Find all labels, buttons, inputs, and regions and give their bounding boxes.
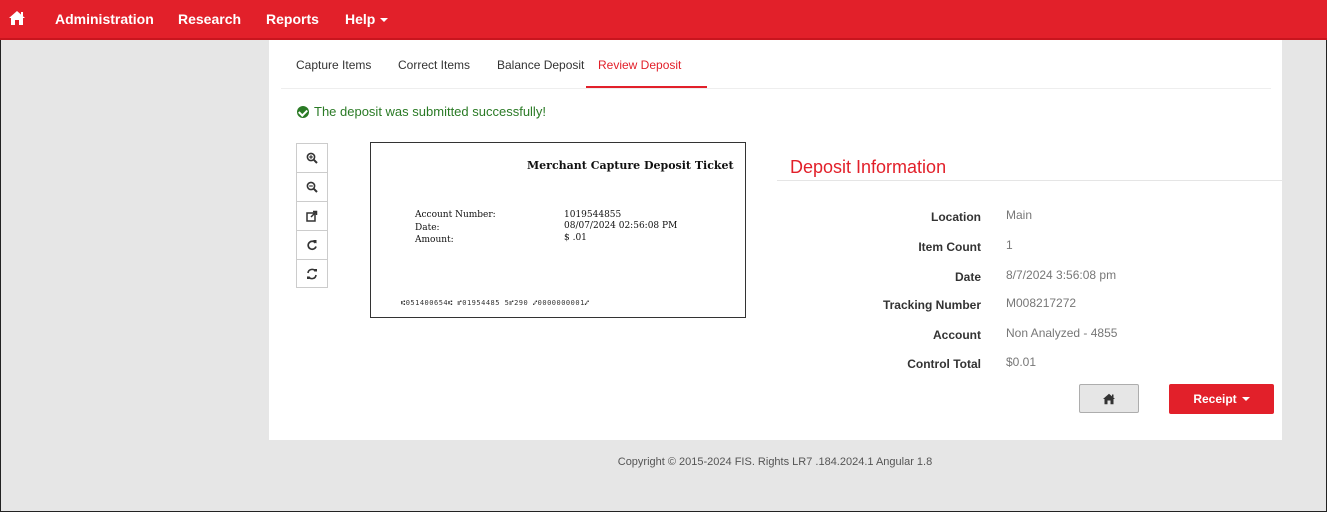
nav-administration[interactable]: Administration	[55, 0, 154, 38]
step-tabs: Capture Items Correct Items Balance Depo…	[269, 40, 729, 88]
refresh-icon	[307, 268, 317, 279]
ticket-account-value: 1019544855	[564, 210, 622, 220]
tab-balance-deposit[interactable]: Balance Deposit	[497, 58, 584, 72]
nav-help[interactable]: Help	[345, 0, 389, 38]
ticket-amount-value: $ .01	[564, 233, 587, 243]
ticket-title: Merchant Capture Deposit Ticket	[527, 159, 734, 172]
date-value: 8/7/2024 3:56:08 pm	[1006, 268, 1117, 282]
control-total-value: $0.01	[1006, 355, 1037, 369]
rotate-right-icon	[307, 240, 317, 251]
ticket-account-label: Account Number:	[415, 210, 496, 220]
ticket-date-label: Date:	[415, 223, 440, 233]
tab-correct-items[interactable]: Correct Items	[398, 58, 470, 72]
tracking-number-label: Tracking Number	[882, 298, 981, 312]
chevron-down-icon	[380, 18, 389, 23]
tracking-number-value: M008217272	[1006, 296, 1077, 310]
zoom-out-button[interactable]	[296, 172, 328, 201]
refresh-button[interactable]	[296, 259, 328, 288]
zoom-in-icon	[306, 152, 318, 164]
rotate-button[interactable]	[296, 230, 328, 259]
ticket-micr-line: ⑆051400654⑆ ⑈01954485 5⑈290 ⑇0000000001⑇	[401, 299, 590, 307]
success-alert: The deposit was submitted successfully!	[297, 104, 546, 119]
receipt-button[interactable]: Receipt	[1169, 384, 1274, 414]
flip-icon	[306, 210, 318, 222]
deposit-info-title: Deposit Information	[790, 157, 947, 177]
date-label: Date	[954, 270, 981, 284]
flip-button[interactable]	[296, 201, 328, 230]
image-toolbar	[296, 143, 328, 288]
item-count-label: Item Count	[918, 240, 981, 254]
account-label: Account	[933, 328, 981, 342]
footer-copyright: Copyright © 2015-2024 FIS. Rights LR7 .1…	[617, 456, 933, 468]
nav-help-label: Help	[345, 11, 376, 27]
zoom-in-button[interactable]	[296, 143, 328, 172]
ticket-date-value: 08/07/2024 02:56:08 PM	[564, 221, 678, 231]
nav-reports[interactable]: Reports	[266, 0, 319, 38]
home-icon	[1103, 393, 1115, 404]
control-total-label: Control Total	[907, 357, 981, 371]
home-icon[interactable]	[8, 10, 26, 26]
receipt-button-label: Receipt	[1193, 392, 1237, 406]
zoom-out-icon	[306, 181, 318, 193]
ticket-amount-label: Amount:	[415, 235, 454, 245]
tabs-divider	[281, 88, 1271, 89]
chevron-down-icon	[1241, 397, 1250, 401]
tab-review-deposit[interactable]: Review Deposit	[598, 58, 681, 72]
nav-research[interactable]: Research	[178, 0, 241, 38]
account-value: Non Analyzed - 4855	[1006, 326, 1118, 340]
location-value: Main	[1006, 208, 1033, 222]
top-nav-bar: Administration Research Reports Help	[0, 0, 1327, 40]
home-button[interactable]	[1079, 384, 1139, 413]
deposit-ticket-image: Merchant Capture Deposit Ticket Account …	[370, 142, 746, 318]
success-message: The deposit was submitted successfully!	[314, 104, 546, 119]
deposit-info-divider	[777, 180, 1282, 181]
check-circle-icon	[297, 106, 309, 118]
item-count-value: 1	[1006, 238, 1013, 252]
location-label: Location	[931, 210, 981, 224]
tab-capture-items[interactable]: Capture Items	[296, 58, 371, 72]
